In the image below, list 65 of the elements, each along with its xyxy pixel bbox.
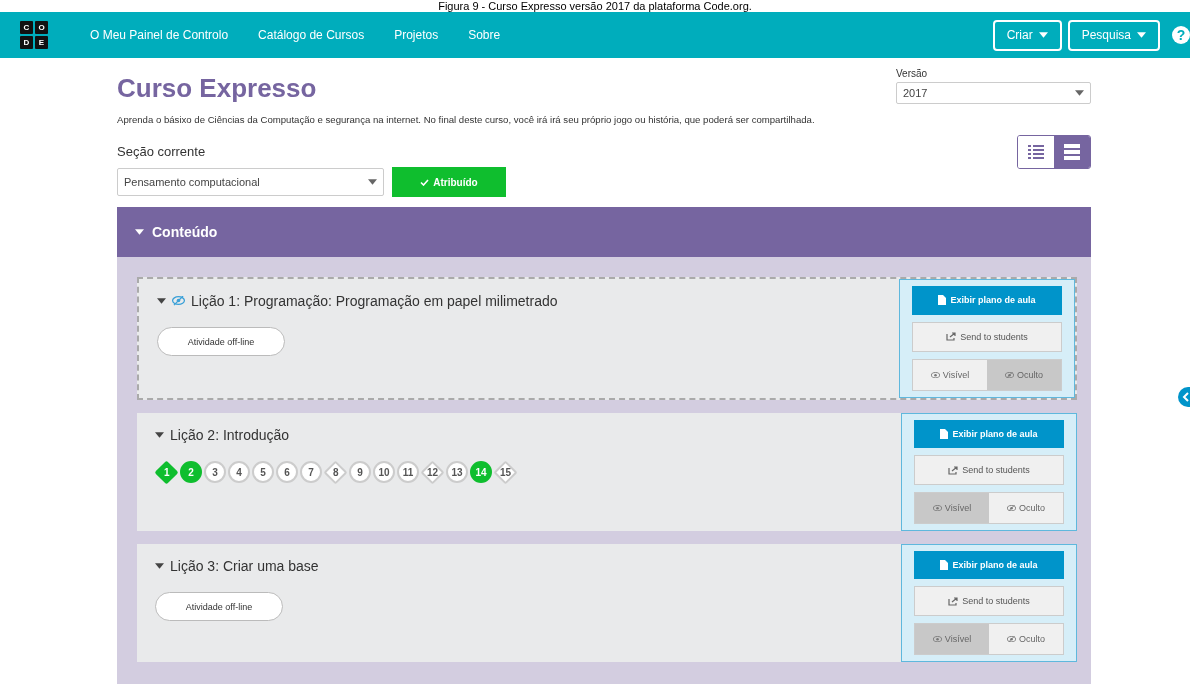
caret-icon: [155, 563, 164, 569]
visibility-toggle[interactable]: Oculto: [989, 493, 1063, 523]
blocks-icon: [1064, 144, 1080, 160]
visibility-toggle[interactable]: Visível: [915, 624, 989, 654]
hidden-eye-icon: [1005, 371, 1014, 379]
caret-icon: [1137, 32, 1146, 38]
level-bubble[interactable]: 9: [349, 461, 371, 483]
send-button[interactable]: Send to students: [914, 455, 1064, 485]
eye-icon: [932, 635, 942, 643]
section-label: Seção corrente: [117, 144, 207, 159]
level-bubble[interactable]: 15: [493, 460, 518, 484]
caret-icon: [135, 229, 144, 235]
logo-letter[interactable]: C: [20, 21, 33, 34]
view-toggle-button[interactable]: [1054, 136, 1090, 168]
level-bubble[interactable]: 11: [397, 461, 419, 483]
version-select[interactable]: 2017: [896, 82, 1091, 104]
share-icon: [948, 596, 959, 606]
caret-icon: [1038, 32, 1048, 38]
lesson-title: Lição 2: Introdução: [170, 427, 290, 443]
document-icon: [940, 429, 949, 439]
document-icon: [938, 295, 947, 306]
send-button[interactable]: Send to students: [914, 586, 1064, 616]
level-bubble[interactable]: 12: [420, 460, 445, 484]
visibility-toggle[interactable]: Visível: [915, 493, 989, 523]
document-icon: [940, 560, 949, 570]
level-bubble[interactable]: 8: [323, 460, 348, 484]
content-header[interactable]: Conteúdo: [117, 207, 1091, 257]
figure-caption: Figura 9 - Curso Expresso versão 2017 da plataforma Code.org.: [437, 0, 753, 12]
caret-icon: [1075, 90, 1084, 96]
content-title: Conteúdo: [152, 224, 218, 240]
version-label: Versão: [896, 68, 929, 79]
visibility-toggle[interactable]: Oculto: [987, 360, 1061, 390]
activity-button[interactable]: Atividade off-line: [157, 327, 285, 356]
caret-icon: [368, 179, 377, 185]
level-bubble[interactable]: 4: [228, 461, 250, 483]
check-icon: [420, 178, 430, 186]
activity-button[interactable]: Atividade off-line: [155, 592, 283, 621]
course-description: Aprenda o básixo de Ciências da Computação e segurança na internet. No final deste curso, você irá irá seu próprio jogo ou história, que poderá ser compartilhada.: [117, 114, 816, 125]
level-bubble[interactable]: 13: [446, 461, 468, 483]
lesson-title: Lição 3: Criar uma base: [170, 558, 319, 574]
level-bubble[interactable]: 5: [252, 461, 274, 483]
list-icon: [1028, 145, 1044, 159]
collapse-tab-icon[interactable]: [1178, 387, 1190, 407]
hidden-eye-icon: [1007, 635, 1016, 643]
share-icon: [946, 332, 957, 342]
level-bubble[interactable]: 3: [204, 461, 226, 483]
hidden-eye-icon: [1007, 504, 1016, 512]
logo-letter[interactable]: O: [35, 21, 48, 34]
share-icon: [948, 465, 959, 475]
caret-icon: [155, 432, 164, 438]
eye-icon: [930, 371, 940, 379]
level-bubble[interactable]: 7: [300, 461, 322, 483]
logo-letter[interactable]: D: [20, 36, 33, 49]
level-bubble[interactable]: 10: [373, 461, 395, 483]
hidden-eye-icon: [172, 296, 185, 306]
caret-icon: [157, 298, 166, 304]
visibility-toggle[interactable]: Visível: [913, 360, 987, 390]
lesson-title: Lição 1: Programação: Programação em papel milimetrado: [191, 293, 558, 309]
level-bubble[interactable]: 6: [276, 461, 298, 483]
course-title: Curso Expresso: [117, 73, 317, 104]
eye-icon: [932, 504, 942, 512]
logo-letter[interactable]: E: [35, 36, 48, 49]
visibility-toggle[interactable]: Oculto: [989, 624, 1063, 654]
section-select[interactable]: Pensamento computacional: [117, 168, 384, 196]
send-button[interactable]: Send to students: [912, 321, 1062, 352]
